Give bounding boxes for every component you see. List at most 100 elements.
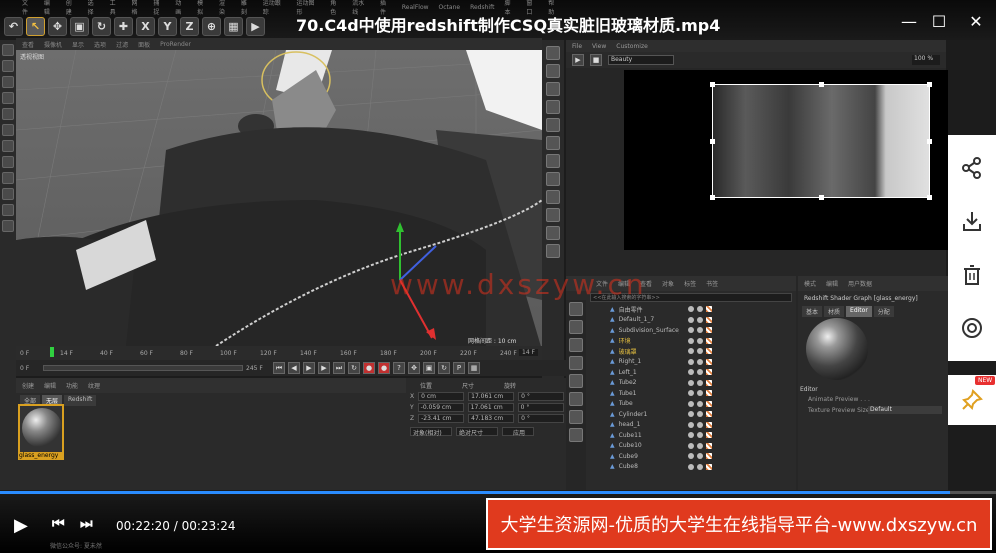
- viewport-menu-item[interactable]: 查看: [22, 40, 34, 49]
- render-dot[interactable]: [697, 306, 703, 313]
- viewport-menu-item[interactable]: 面板: [138, 40, 150, 49]
- render-dot[interactable]: [697, 390, 703, 397]
- select-icon[interactable]: ↖: [26, 16, 45, 36]
- render-dot[interactable]: [697, 411, 703, 418]
- material-menu-item[interactable]: 纹理: [88, 381, 100, 390]
- render-dot[interactable]: [697, 453, 703, 460]
- object-name[interactable]: 自由零件: [619, 305, 679, 314]
- attr-tab-mode[interactable]: 模式: [804, 279, 816, 288]
- visibility-dot[interactable]: [688, 390, 694, 397]
- object-name[interactable]: Subdivision_Surface_2: [619, 327, 679, 334]
- share-icon[interactable]: [961, 156, 983, 179]
- path-icon[interactable]: [569, 338, 583, 352]
- region-handle[interactable]: [927, 195, 932, 200]
- joint-icon[interactable]: [569, 356, 583, 370]
- attr-subtab-editor[interactable]: Editor: [846, 306, 872, 317]
- light-icon[interactable]: [546, 172, 560, 186]
- lens-icon[interactable]: [961, 317, 983, 339]
- rv-stop-icon[interactable]: ■: [590, 54, 602, 66]
- object-name[interactable]: Tube: [619, 400, 679, 407]
- region-handle[interactable]: [819, 195, 824, 200]
- start-frame[interactable]: 0 F: [20, 365, 40, 372]
- material-tag-icon[interactable]: [706, 348, 712, 355]
- timeline-playhead[interactable]: [50, 347, 54, 357]
- attr-tab-edit[interactable]: 编辑: [826, 279, 838, 288]
- minimize-icon[interactable]: —: [896, 8, 922, 34]
- attr-subtab-basic[interactable]: 基本: [802, 306, 823, 317]
- ad-banner[interactable]: 大学生资源网-优质的大学生在线指导平台-www.dxszyw.cn: [486, 498, 992, 550]
- visibility-dot[interactable]: [688, 379, 694, 386]
- pos-x-field[interactable]: 0 cm: [418, 392, 465, 401]
- download-icon[interactable]: [961, 210, 983, 232]
- edge-mode-icon[interactable]: [2, 92, 14, 104]
- object-name[interactable]: Default_1_7: [619, 316, 679, 323]
- camera-icon[interactable]: [546, 154, 560, 168]
- object-row[interactable]: ▲ Left_1: [566, 367, 796, 378]
- object-menu-item[interactable]: 标签: [684, 279, 696, 288]
- texture-preview-size-select[interactable]: Default: [868, 406, 942, 414]
- render-dot[interactable]: [697, 369, 703, 376]
- deformer-icon[interactable]: [546, 208, 560, 222]
- tag-icon[interactable]: [546, 226, 560, 240]
- render-dot[interactable]: [697, 379, 703, 386]
- maximize-icon[interactable]: ☐: [926, 8, 952, 34]
- floor-icon[interactable]: [546, 136, 560, 150]
- settings-icon[interactable]: [569, 428, 583, 442]
- material-tag-icon[interactable]: [706, 316, 712, 323]
- bend-icon[interactable]: [546, 118, 560, 132]
- pen-icon[interactable]: [546, 64, 560, 78]
- render-dot[interactable]: [697, 337, 703, 344]
- object-name[interactable]: head_1: [619, 421, 679, 428]
- model-mode-icon[interactable]: [2, 44, 14, 56]
- scale-icon[interactable]: ▣: [70, 16, 89, 36]
- rv-menu-view[interactable]: View: [592, 43, 606, 50]
- world-coord-icon[interactable]: ⊕: [202, 16, 221, 36]
- visibility-dot[interactable]: [688, 337, 694, 344]
- next-key-icon[interactable]: ▶: [318, 362, 330, 374]
- python-icon[interactable]: [546, 244, 560, 258]
- render-dot[interactable]: [697, 421, 703, 428]
- locked-workplane-icon[interactable]: [2, 172, 14, 184]
- rotate-key-icon[interactable]: ↻: [438, 362, 450, 374]
- pos-y-field[interactable]: -0.059 cm: [417, 403, 464, 412]
- point-mode-icon[interactable]: [2, 76, 14, 88]
- spline-icon[interactable]: [546, 190, 560, 204]
- material-tag-icon[interactable]: [706, 442, 712, 449]
- object-name[interactable]: Cube11: [619, 432, 679, 439]
- filter-icon[interactable]: [569, 320, 583, 334]
- autokey-icon[interactable]: ●: [378, 362, 390, 374]
- object-name[interactable]: Cube9: [619, 453, 679, 460]
- play-icon[interactable]: ▶: [303, 362, 315, 374]
- object-row[interactable]: ▲ Cube11: [566, 430, 796, 441]
- material-tag-icon[interactable]: [706, 390, 712, 397]
- material-tag-icon[interactable]: [706, 369, 712, 376]
- object-name[interactable]: Right_1: [619, 358, 679, 365]
- render-dot[interactable]: [697, 400, 703, 407]
- material-tag-icon[interactable]: [706, 327, 712, 334]
- viewport-menu-item[interactable]: ProRender: [160, 41, 191, 48]
- material-menu-item[interactable]: 编辑: [44, 381, 56, 390]
- attr-subtab-assign[interactable]: 分配: [873, 306, 894, 317]
- object-row[interactable]: ▲ Cylinder1: [566, 409, 796, 420]
- material-tag-icon[interactable]: [706, 358, 712, 365]
- previous-icon[interactable]: ⏮: [52, 516, 65, 532]
- cube-icon[interactable]: [546, 46, 560, 60]
- keyframe-sel-icon[interactable]: ?: [393, 362, 405, 374]
- frame-range-slider[interactable]: [43, 365, 243, 371]
- axis-mode-icon[interactable]: [2, 124, 14, 136]
- material-tag-icon[interactable]: [706, 337, 712, 344]
- rot-h-field[interactable]: 0 °: [518, 392, 565, 401]
- object-row[interactable]: ▲ 自由零件: [566, 304, 796, 315]
- polygon-mode-icon[interactable]: [2, 108, 14, 120]
- material-menu-item[interactable]: 创建: [22, 381, 34, 390]
- perspective-viewport[interactable]: 透视视图 网格间距 : 10 cm: [16, 50, 542, 346]
- axis-x-button[interactable]: X: [136, 16, 155, 36]
- region-handle[interactable]: [710, 195, 715, 200]
- object-row[interactable]: ▲ Tube2: [566, 378, 796, 389]
- workplane-icon[interactable]: [2, 140, 14, 152]
- object-menu-item[interactable]: 书签: [706, 279, 718, 288]
- render-region-icon[interactable]: ▦: [224, 16, 243, 36]
- object-row[interactable]: ▲ 玻璃罩: [566, 346, 796, 357]
- object-row[interactable]: ▲ Cube9: [566, 451, 796, 462]
- menu-item[interactable]: Octane: [439, 4, 461, 11]
